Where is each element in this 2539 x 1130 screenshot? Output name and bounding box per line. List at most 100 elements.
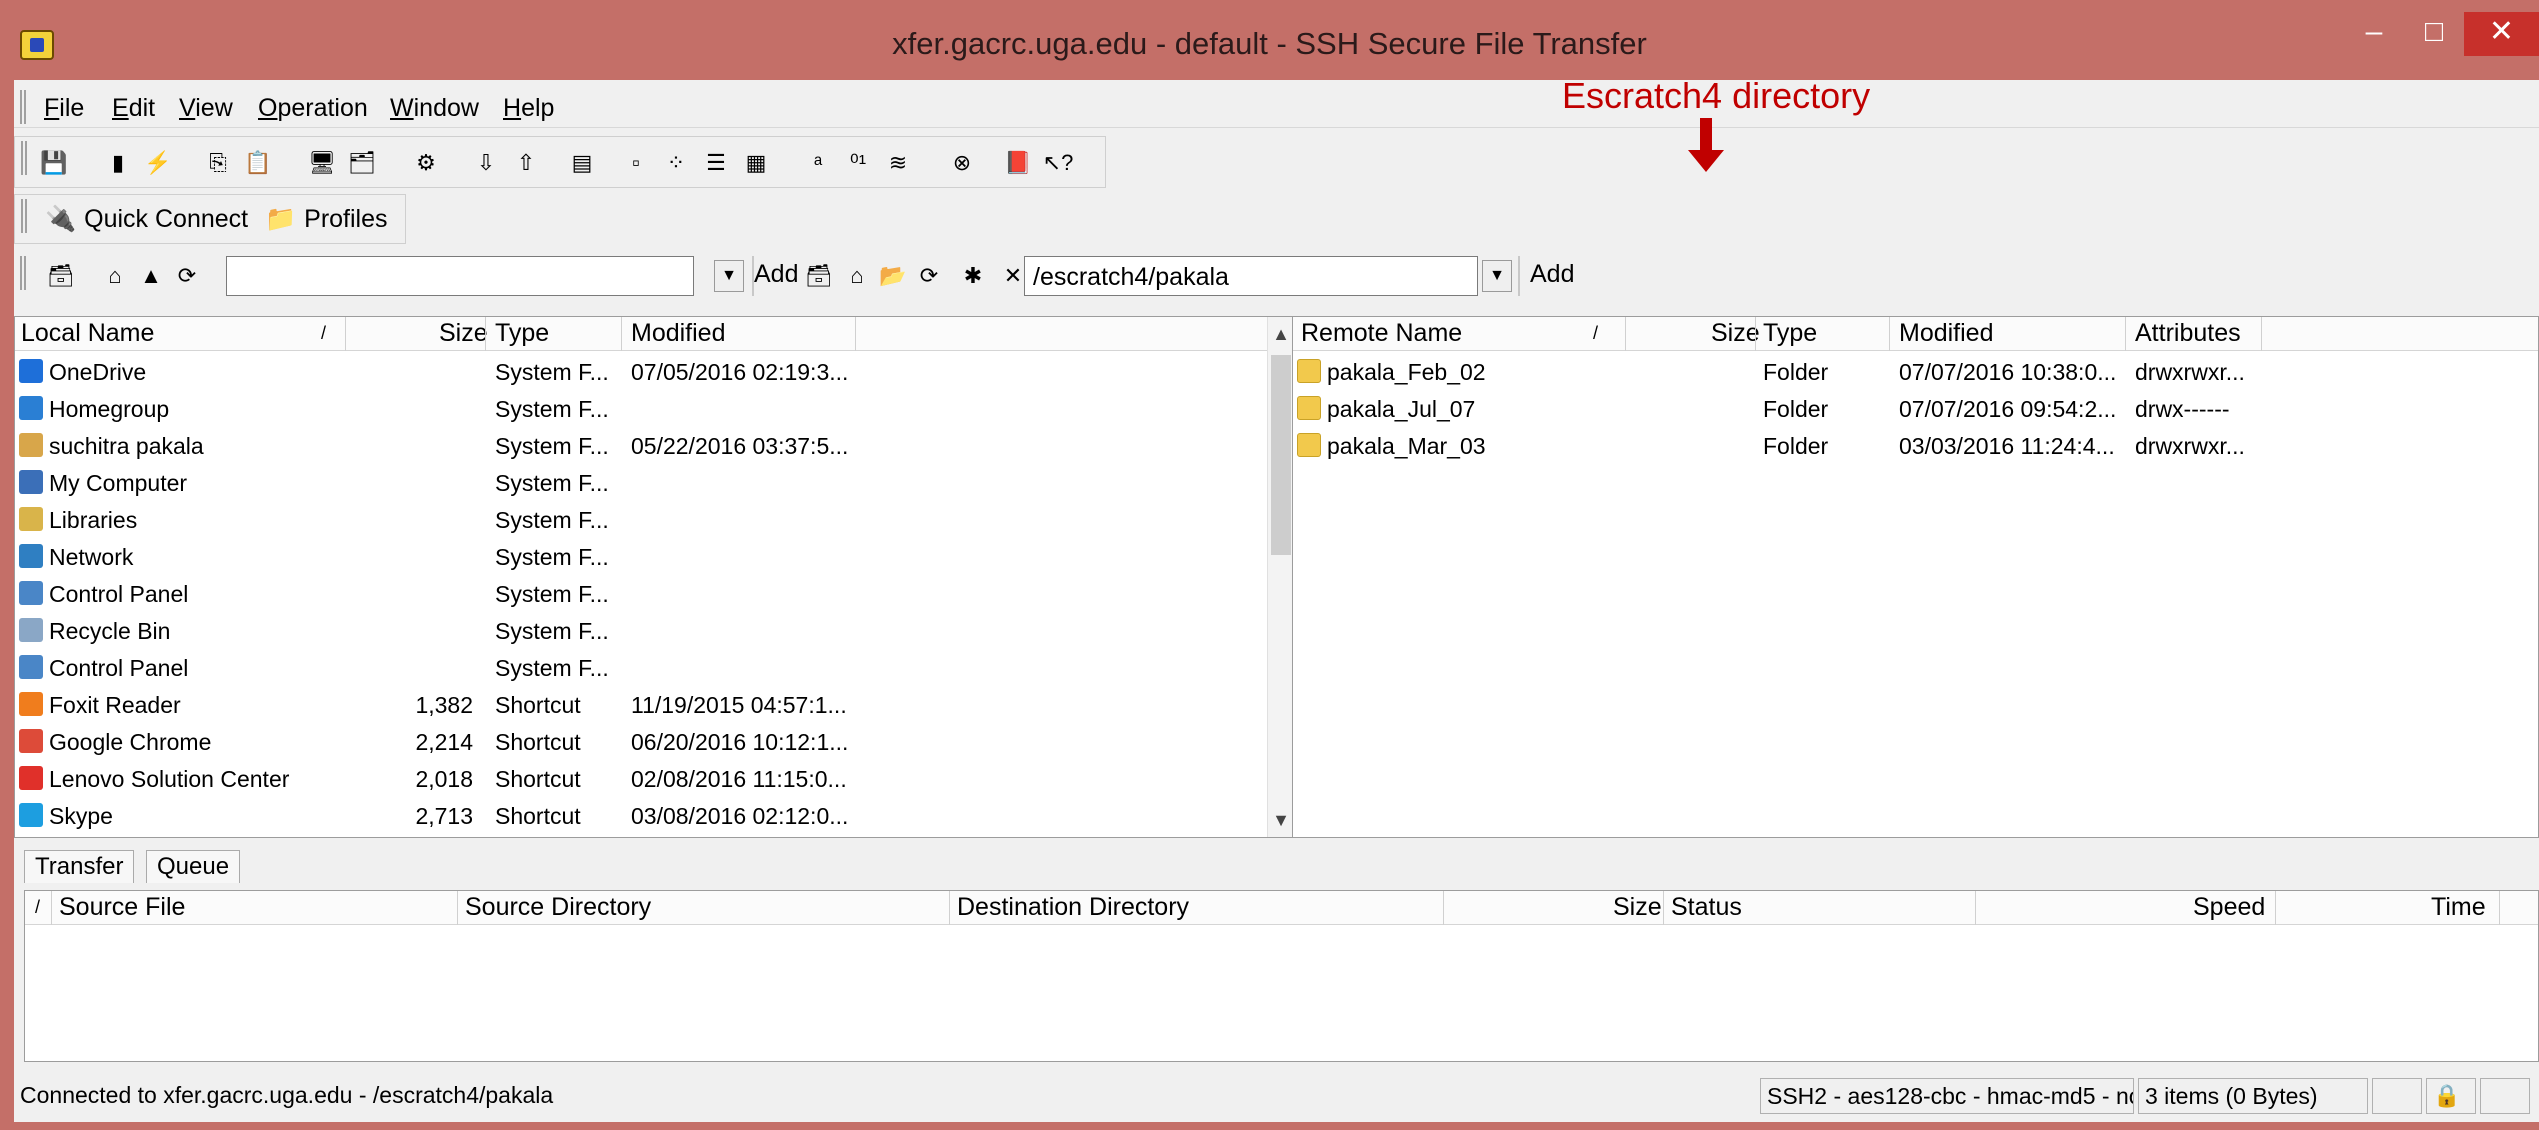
table-row[interactable]: pakala_Feb_02 Folder 07/07/2016 10:38:0...… <box>1293 353 2538 390</box>
table-row[interactable]: Homegroup System F... <box>15 390 1293 427</box>
local-view-icon[interactable]: 🗃 <box>44 260 78 292</box>
scroll-thumb[interactable] <box>1271 355 1291 555</box>
remote-add-button[interactable]: Add <box>1530 260 1574 289</box>
table-row[interactable]: suchitra pakala System F... 05/22/2016 03:… <box>15 427 1293 464</box>
remote-home-icon[interactable]: ⌂ <box>840 260 874 292</box>
local-type-header[interactable]: Type <box>495 319 549 348</box>
remote-refresh-icon[interactable]: ⟳ <box>912 260 946 292</box>
paste-icon[interactable]: 📋 <box>241 147 275 179</box>
column-divider[interactable] <box>1663 891 1664 925</box>
local-add-button[interactable]: Add <box>754 260 798 289</box>
remote-new-folder-icon[interactable]: ✱ <box>956 260 990 292</box>
tab-queue[interactable]: Queue <box>146 850 241 883</box>
transfer-queue-pane[interactable]: / Source File Source Directory Destinati… <box>24 890 2539 1062</box>
grip-handle[interactable] <box>20 90 26 124</box>
resize-grip[interactable] <box>2480 1078 2530 1114</box>
grip-handle[interactable] <box>20 256 26 290</box>
column-divider[interactable] <box>2275 891 2276 925</box>
table-row[interactable]: My Computer System F... <box>15 464 1293 501</box>
profiles-button[interactable]: 📁 Profiles <box>265 205 388 234</box>
local-size-header[interactable]: Size <box>439 319 488 348</box>
small-icons-icon[interactable]: ⁘ <box>659 147 693 179</box>
stop-icon[interactable]: ⊗ <box>945 147 979 179</box>
menu-file[interactable]: File <box>44 94 84 123</box>
column-divider[interactable] <box>485 317 486 351</box>
menu-view[interactable]: View <box>179 94 233 123</box>
column-divider[interactable] <box>1625 317 1626 351</box>
large-icons-icon[interactable]: ▫ <box>619 147 653 179</box>
connect-icon[interactable]: 🖥 <box>305 147 339 179</box>
table-row[interactable]: Skype 2,713 Shortcut 03/08/2016 02:12:0... <box>15 797 1293 834</box>
scroll-down-icon[interactable]: ▼ <box>1268 805 1294 835</box>
menu-operation[interactable]: Operation <box>258 94 368 123</box>
table-row[interactable]: pakala_Mar_03 Folder 03/03/2016 11:24:4...… <box>1293 427 2538 464</box>
local-home-icon[interactable]: ⌂ <box>98 260 132 292</box>
column-divider[interactable] <box>2261 317 2262 351</box>
local-modified-header[interactable]: Modified <box>631 319 726 348</box>
download-icon[interactable]: ⇩ <box>469 147 503 179</box>
remote-attributes-header[interactable]: Attributes <box>2135 319 2241 348</box>
upload-icon[interactable]: ⇧ <box>509 147 543 179</box>
table-row[interactable]: pakala_Jul_07 Folder 07/07/2016 09:54:2...… <box>1293 390 2538 427</box>
help-book-icon[interactable]: 📕 <box>1001 147 1035 179</box>
remote-size-header[interactable]: Size <box>1711 319 1760 348</box>
column-divider[interactable] <box>2125 317 2126 351</box>
settings-icon[interactable]: ⚙ <box>409 147 443 179</box>
close-button[interactable]: ✕ <box>2464 12 2539 56</box>
menu-edit[interactable]: Edit <box>112 94 155 123</box>
remote-view-icon[interactable]: 🗃 <box>802 260 836 292</box>
column-divider[interactable] <box>621 317 622 351</box>
list-view-icon[interactable]: ☰ <box>699 147 733 179</box>
table-row[interactable]: OneDrive System F... 07/05/2016 02:19:3... <box>15 353 1293 390</box>
queue-status-header[interactable]: Status <box>1671 893 1742 922</box>
queue-size-header[interactable]: Size <box>1613 893 1662 922</box>
new-window-icon[interactable]: ▤ <box>565 147 599 179</box>
remote-name-header[interactable]: Remote Name <box>1301 319 1462 348</box>
remote-file-pane[interactable]: Remote Name / Size Type Modified Attribu… <box>1292 316 2539 838</box>
menu-window[interactable]: Window <box>390 94 479 123</box>
source-file-header[interactable]: Source File <box>59 893 185 922</box>
table-row[interactable]: Lenovo Solution Center 2,018 Shortcut 02/08… <box>15 760 1293 797</box>
minimize-button[interactable]: – <box>2344 12 2404 56</box>
queue-speed-header[interactable]: Speed <box>2193 893 2265 922</box>
table-row[interactable]: Libraries System F... <box>15 501 1293 538</box>
local-refresh-icon[interactable]: ⟳ <box>170 260 204 292</box>
destination-directory-header[interactable]: Destination Directory <box>957 893 1189 922</box>
terminal-icon[interactable]: ▮ <box>101 147 135 179</box>
auto-mode-icon[interactable]: ≋ <box>881 147 915 179</box>
table-row[interactable]: Recycle Bin System F... <box>15 612 1293 649</box>
column-divider[interactable] <box>1889 317 1890 351</box>
column-divider[interactable] <box>457 891 458 925</box>
details-view-icon[interactable]: ▦ <box>739 147 773 179</box>
binary-mode-icon[interactable]: ⁰¹ <box>841 147 875 179</box>
column-divider[interactable] <box>1755 317 1756 351</box>
column-divider[interactable] <box>1443 891 1444 925</box>
column-divider[interactable] <box>2499 891 2500 925</box>
grip-handle[interactable] <box>21 199 27 233</box>
column-divider[interactable] <box>1975 891 1976 925</box>
table-row[interactable]: Google Chrome 2,214 Shortcut 06/20/2016 10:… <box>15 723 1293 760</box>
table-row[interactable]: Foxit Reader 1,382 Shortcut 11/19/2015 04:5… <box>15 686 1293 723</box>
scroll-up-icon[interactable]: ▲ <box>1268 319 1294 349</box>
source-directory-header[interactable]: Source Directory <box>465 893 651 922</box>
table-row[interactable]: Control Panel System F... <box>15 649 1293 686</box>
remote-path-input[interactable]: /escratch4/pakala <box>1024 256 1478 296</box>
column-divider[interactable] <box>855 317 856 351</box>
remote-type-header[interactable]: Type <box>1763 319 1817 348</box>
ascii-mode-icon[interactable]: ᵃ <box>801 147 835 179</box>
queue-time-header[interactable]: Time <box>2431 893 2486 922</box>
local-path-dropdown[interactable]: ▼ <box>714 260 744 292</box>
local-name-header[interactable]: Local Name <box>21 319 154 348</box>
local-up-folder-icon[interactable]: ▲ <box>134 260 168 292</box>
column-divider[interactable] <box>345 317 346 351</box>
table-row[interactable]: Control Panel System F... <box>15 575 1293 612</box>
menu-help[interactable]: Help <box>503 94 554 123</box>
local-scrollbar[interactable]: ▲ ▼ <box>1267 317 1293 837</box>
maximize-button[interactable]: □ <box>2404 12 2464 56</box>
profiles-icon[interactable]: 🗂 <box>345 147 379 179</box>
disconnect-icon[interactable]: ⚡ <box>141 147 175 179</box>
local-file-pane[interactable]: Local Name / Size Type Modified OneDrive… <box>14 316 1294 838</box>
remote-modified-header[interactable]: Modified <box>1899 319 1994 348</box>
quick-connect-button[interactable]: 🔌 Quick Connect <box>45 205 248 234</box>
local-path-input[interactable] <box>226 256 694 296</box>
